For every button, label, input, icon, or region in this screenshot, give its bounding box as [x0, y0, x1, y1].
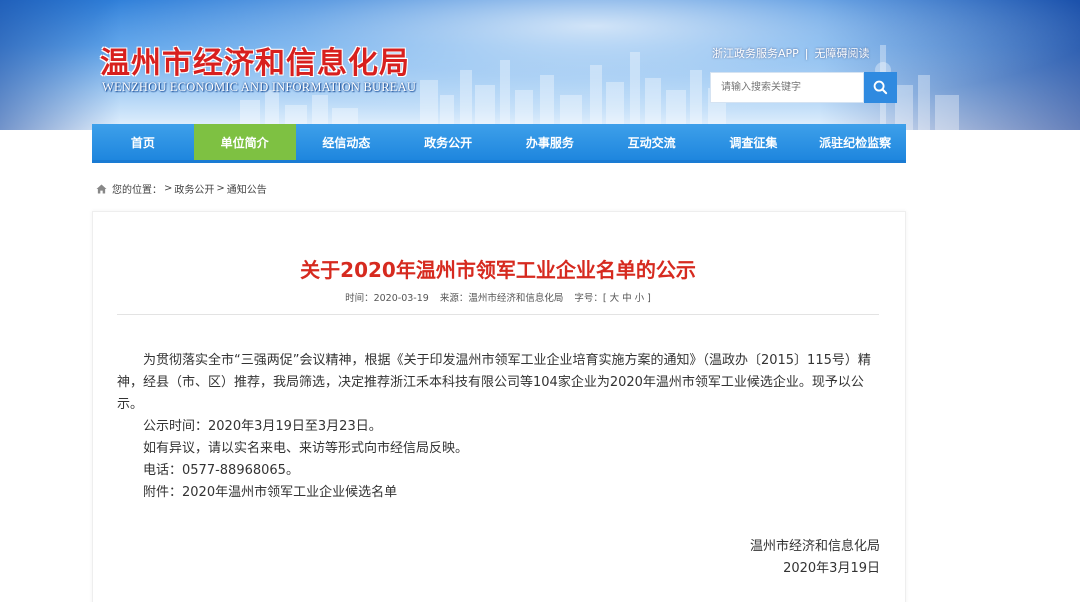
article-signature: 温州市经济和信息化局 2020年3月19日: [750, 536, 880, 580]
body-line-attachment[interactable]: 附件：2020年温州市领军工业企业候选名单: [117, 482, 881, 504]
signature-date: 2020年3月19日: [783, 561, 880, 576]
home-icon: [96, 183, 107, 194]
main-nav: 首页 单位简介 经信动态 政务公开 办事服务 互动交流 调查征集 派驻纪检监察: [92, 124, 906, 163]
breadcrumb-notices[interactable]: 通知公告: [227, 181, 267, 196]
article-body: 为贯彻落实全市“三强两促”会议精神，根据《关于印发温州市领军工业企业培育实施方案…: [117, 350, 881, 504]
nav-item-home[interactable]: 首页: [92, 124, 194, 160]
top-links: 浙江政务服务APP | 无障碍阅读: [712, 45, 870, 61]
meta-source: 来源：温州市经济和信息化局: [439, 293, 564, 304]
signature-org: 温州市经济和信息化局: [749, 539, 880, 554]
site-logo-subtitle: WENZHOU ECONOMIC AND INFORMATION BUREAU: [102, 80, 417, 94]
nav-item-interaction[interactable]: 互动交流: [601, 124, 703, 160]
body-paragraph: 为贯彻落实全市“三强两促”会议精神，根据《关于印发温州市领军工业企业培育实施方案…: [117, 353, 871, 412]
breadcrumb-separator: >: [164, 183, 173, 194]
search-icon: [873, 80, 888, 95]
nav-item-disclosure[interactable]: 政务公开: [397, 124, 499, 160]
breadcrumb-prefix: 您的位置：: [112, 185, 162, 196]
link-zhejiang-app[interactable]: 浙江政务服务APP: [712, 47, 799, 60]
article-title: 关于2020年温州市领军工业企业名单的公示: [300, 258, 696, 282]
meta-font-size[interactable]: 字号：[ 大 中 小 ]: [574, 293, 651, 304]
breadcrumb-separator: >: [216, 183, 225, 194]
body-line-phone: 电话：0577-88968065。: [143, 463, 299, 478]
nav-item-about[interactable]: 单位简介: [193, 124, 296, 160]
site-logo-title[interactable]: 温州市经济和信息化局: [100, 38, 410, 82]
body-line-period: 公示时间：2020年3月19日至3月23日。: [143, 419, 382, 434]
meta-time: 时间：2020-03-19: [345, 293, 429, 304]
search-input[interactable]: [710, 72, 864, 103]
nav-item-news[interactable]: 经信动态: [296, 124, 398, 160]
breadcrumb-disclosure[interactable]: 政务公开: [174, 181, 214, 196]
nav-item-inspection[interactable]: 派驻纪检监察: [804, 124, 906, 160]
body-line-objection: 如有异议，请以实名来电、来访等形式向市经信局反映。: [143, 441, 469, 456]
nav-item-survey[interactable]: 调查征集: [703, 124, 805, 160]
breadcrumb: 您的位置： > 政务公开 > 通知公告: [96, 181, 267, 196]
title-divider: [117, 314, 879, 315]
article-meta: 时间：2020-03-19 来源：温州市经济和信息化局 字号：[ 大 中 小 ]: [0, 290, 996, 304]
link-accessibility[interactable]: 无障碍阅读: [815, 47, 870, 60]
search-button[interactable]: [864, 72, 897, 103]
nav-item-services[interactable]: 办事服务: [499, 124, 601, 160]
link-separator: |: [804, 47, 809, 60]
